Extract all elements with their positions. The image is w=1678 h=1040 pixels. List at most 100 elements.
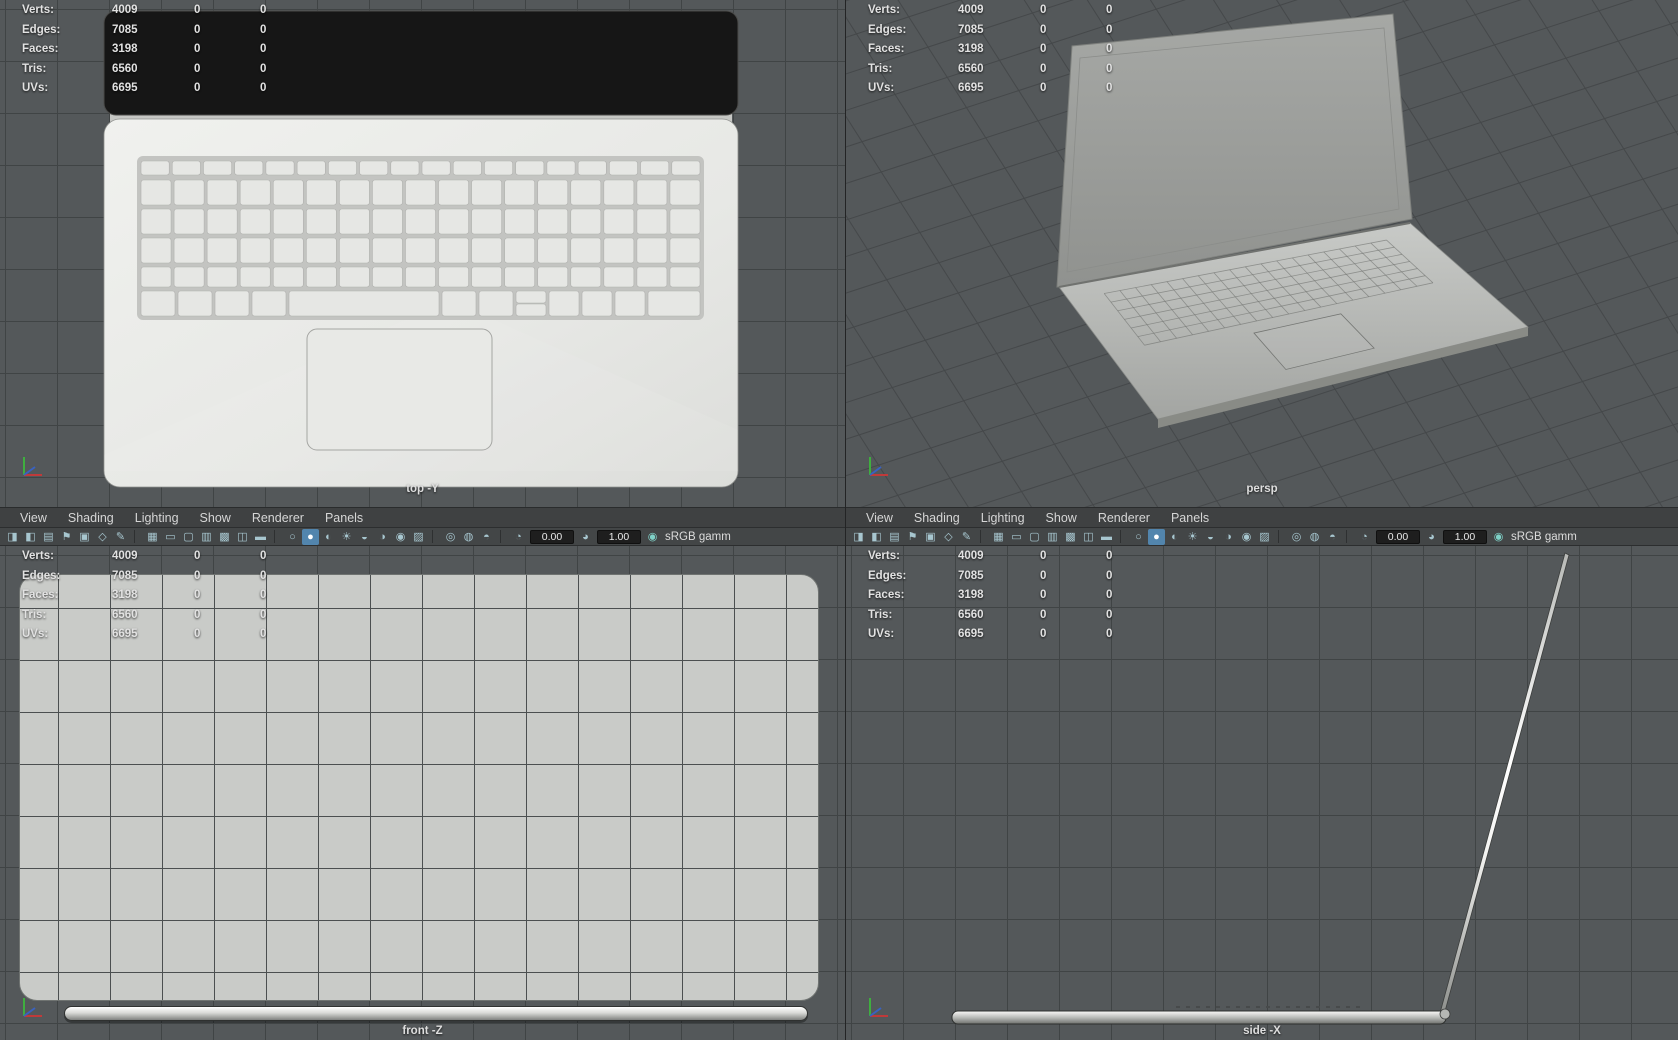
laptop-model-front-view[interactable] (19, 574, 819, 1001)
viewport-side-view[interactable]: Verts: 4009 0 0 Edges: 7085 0 0 Faces: 3… (846, 546, 1678, 1040)
exposure-field[interactable]: 0.00 (1376, 529, 1420, 544)
xray-icon[interactable]: ◍ (460, 529, 477, 545)
lock-camera-icon[interactable]: ◧ (868, 529, 885, 545)
use-all-lights-icon[interactable]: ☀ (1184, 529, 1201, 545)
shadows-icon[interactable]: ◒ (356, 529, 373, 545)
safe-action-icon[interactable]: ◫ (234, 529, 251, 545)
film-gate-icon[interactable]: ▭ (162, 529, 179, 545)
axis-gizmo (23, 998, 42, 1017)
wireframe-icon[interactable]: ○ (1130, 529, 1147, 545)
shaded-icon[interactable]: ● (302, 528, 319, 545)
grid-icon[interactable]: ▦ (144, 529, 161, 545)
wireframe-icon[interactable]: ○ (284, 529, 301, 545)
xray-joints-icon[interactable]: ◓ (478, 529, 495, 545)
gate-mask-icon[interactable]: ▥ (198, 529, 215, 545)
camera-attributes-icon[interactable]: ▤ (886, 529, 903, 545)
select-camera-icon[interactable]: ◨ (850, 529, 867, 545)
image-plane-icon[interactable]: ▣ (922, 529, 939, 545)
panel-menu-bar: View Shading Lighting Show Renderer Panels (0, 507, 845, 527)
menu-renderer[interactable]: Renderer (242, 511, 314, 525)
pan-zoom-icon[interactable]: ◇ (940, 529, 957, 545)
axis-gizmo (869, 998, 888, 1017)
exposure-field[interactable]: 0.00 (530, 529, 574, 544)
xray-icon[interactable]: ◍ (1306, 529, 1323, 545)
anti-aliasing-icon[interactable]: ▨ (1256, 529, 1273, 545)
select-camera-icon[interactable]: ◨ (4, 529, 21, 545)
ambient-occlusion-icon[interactable]: ◑ (374, 529, 391, 545)
field-chart-icon[interactable]: ▩ (1062, 529, 1079, 545)
pan-zoom-icon[interactable]: ◇ (94, 529, 111, 545)
axis-gizmo (23, 457, 42, 476)
motion-blur-icon[interactable]: ◉ (392, 529, 409, 545)
textured-icon[interactable]: ◐ (1166, 529, 1183, 545)
menu-lighting[interactable]: Lighting (971, 511, 1035, 525)
toolbar-separator (1346, 530, 1351, 543)
bookmarks-icon[interactable]: ⚑ (904, 529, 921, 545)
field-chart-icon[interactable]: ▩ (216, 529, 233, 545)
panel-toolbar: ◨ ◧ ▤ ⚑ ▣ ◇ ✎ ▦ ▭ ▢ ▥ ▩ ◫ ▬ ○ ● ◐ ☀ ◒ ◑ ◉ ▨ ◎ ◍ ◓ ◔ 0.00 ◕ 1.00 … (846, 527, 1678, 546)
gate-mask-icon[interactable]: ▥ (1044, 529, 1061, 545)
view-transform-icon[interactable]: ◉ (644, 529, 661, 545)
grease-pencil-icon[interactable]: ✎ (958, 529, 975, 545)
lock-camera-icon[interactable]: ◧ (22, 529, 39, 545)
film-gate-icon[interactable]: ▭ (1008, 529, 1025, 545)
toolbar-separator (1278, 530, 1283, 543)
ambient-occlusion-icon[interactable]: ◑ (1220, 529, 1237, 545)
panel-front-view: View Shading Lighting Show Renderer Panels ◨ ◧… (0, 507, 845, 1040)
gamma-icon[interactable]: ◕ (577, 529, 594, 545)
toolbar-separator (432, 530, 437, 543)
isolate-select-icon[interactable]: ◎ (1288, 529, 1305, 545)
menu-panels[interactable]: Panels (315, 511, 373, 525)
gamma-icon[interactable]: ◕ (1423, 529, 1440, 545)
viewport-persp-view[interactable]: Verts: 4009 0 0 Edges: 7085 0 0 Faces: 3… (846, 0, 1678, 507)
image-plane-icon[interactable]: ▣ (76, 529, 93, 545)
resolution-gate-icon[interactable]: ▢ (180, 529, 197, 545)
shaded-icon[interactable]: ● (1148, 528, 1165, 545)
gamma-field[interactable]: 1.00 (597, 529, 641, 544)
laptop-screen (1439, 552, 1570, 1016)
viewport-label: front -Z (402, 1025, 443, 1037)
motion-blur-icon[interactable]: ◉ (1238, 529, 1255, 545)
menu-show[interactable]: Show (1036, 511, 1087, 525)
safe-title-icon[interactable]: ▬ (1098, 529, 1115, 545)
view-transform-label[interactable]: sRGB gamm (665, 531, 731, 543)
laptop-model-persp[interactable] (1056, 13, 1529, 428)
viewport-top-view[interactable]: Verts: 4009 0 0 Edges: 7085 0 0 Faces: 3… (0, 0, 845, 507)
axis-gizmo (869, 457, 888, 476)
menu-view[interactable]: View (856, 511, 903, 525)
panel-toolbar: ◨ ◧ ▤ ⚑ ▣ ◇ ✎ ▦ ▭ ▢ ▥ ▩ ◫ ▬ ○ ● ◐ ☀ ◒ ◑ ◉ ▨ ◎ ◍ ◓ ◔ 0.00 ◕ 1.00 … (0, 527, 845, 546)
camera-attributes-icon[interactable]: ▤ (40, 529, 57, 545)
laptop-hinge (1439, 1008, 1451, 1020)
isolate-select-icon[interactable]: ◎ (442, 529, 459, 545)
menu-shading[interactable]: Shading (904, 511, 970, 525)
safe-title-icon[interactable]: ▬ (252, 529, 269, 545)
viewport-front-view[interactable]: Verts: 4009 0 0 Edges: 7085 0 0 Faces: 3… (0, 546, 845, 1040)
toolbar-separator (1120, 530, 1125, 543)
menu-view[interactable]: View (10, 511, 57, 525)
toolbar-separator (500, 530, 505, 543)
menu-shading[interactable]: Shading (58, 511, 124, 525)
menu-renderer[interactable]: Renderer (1088, 511, 1160, 525)
persp-view-scene (846, 0, 1678, 507)
grid-icon[interactable]: ▦ (990, 529, 1007, 545)
gamma-field[interactable]: 1.00 (1443, 529, 1487, 544)
bookmarks-icon[interactable]: ⚑ (58, 529, 75, 545)
view-transform-label[interactable]: sRGB gamm (1511, 531, 1577, 543)
laptop-model-side-view[interactable] (951, 552, 1570, 1025)
exposure-icon[interactable]: ◔ (510, 529, 527, 545)
exposure-icon[interactable]: ◔ (1356, 529, 1373, 545)
use-all-lights-icon[interactable]: ☀ (338, 529, 355, 545)
menu-show[interactable]: Show (190, 511, 241, 525)
menu-lighting[interactable]: Lighting (125, 511, 189, 525)
resolution-gate-icon[interactable]: ▢ (1026, 529, 1043, 545)
shadows-icon[interactable]: ◒ (1202, 529, 1219, 545)
grease-pencil-icon[interactable]: ✎ (112, 529, 129, 545)
safe-action-icon[interactable]: ◫ (1080, 529, 1097, 545)
anti-aliasing-icon[interactable]: ▨ (410, 529, 427, 545)
textured-icon[interactable]: ◐ (320, 529, 337, 545)
xray-joints-icon[interactable]: ◓ (1324, 529, 1341, 545)
laptop-base-front-view[interactable] (64, 1006, 808, 1021)
menu-panels[interactable]: Panels (1161, 511, 1219, 525)
laptop-base (951, 1010, 1447, 1025)
view-transform-icon[interactable]: ◉ (1490, 529, 1507, 545)
